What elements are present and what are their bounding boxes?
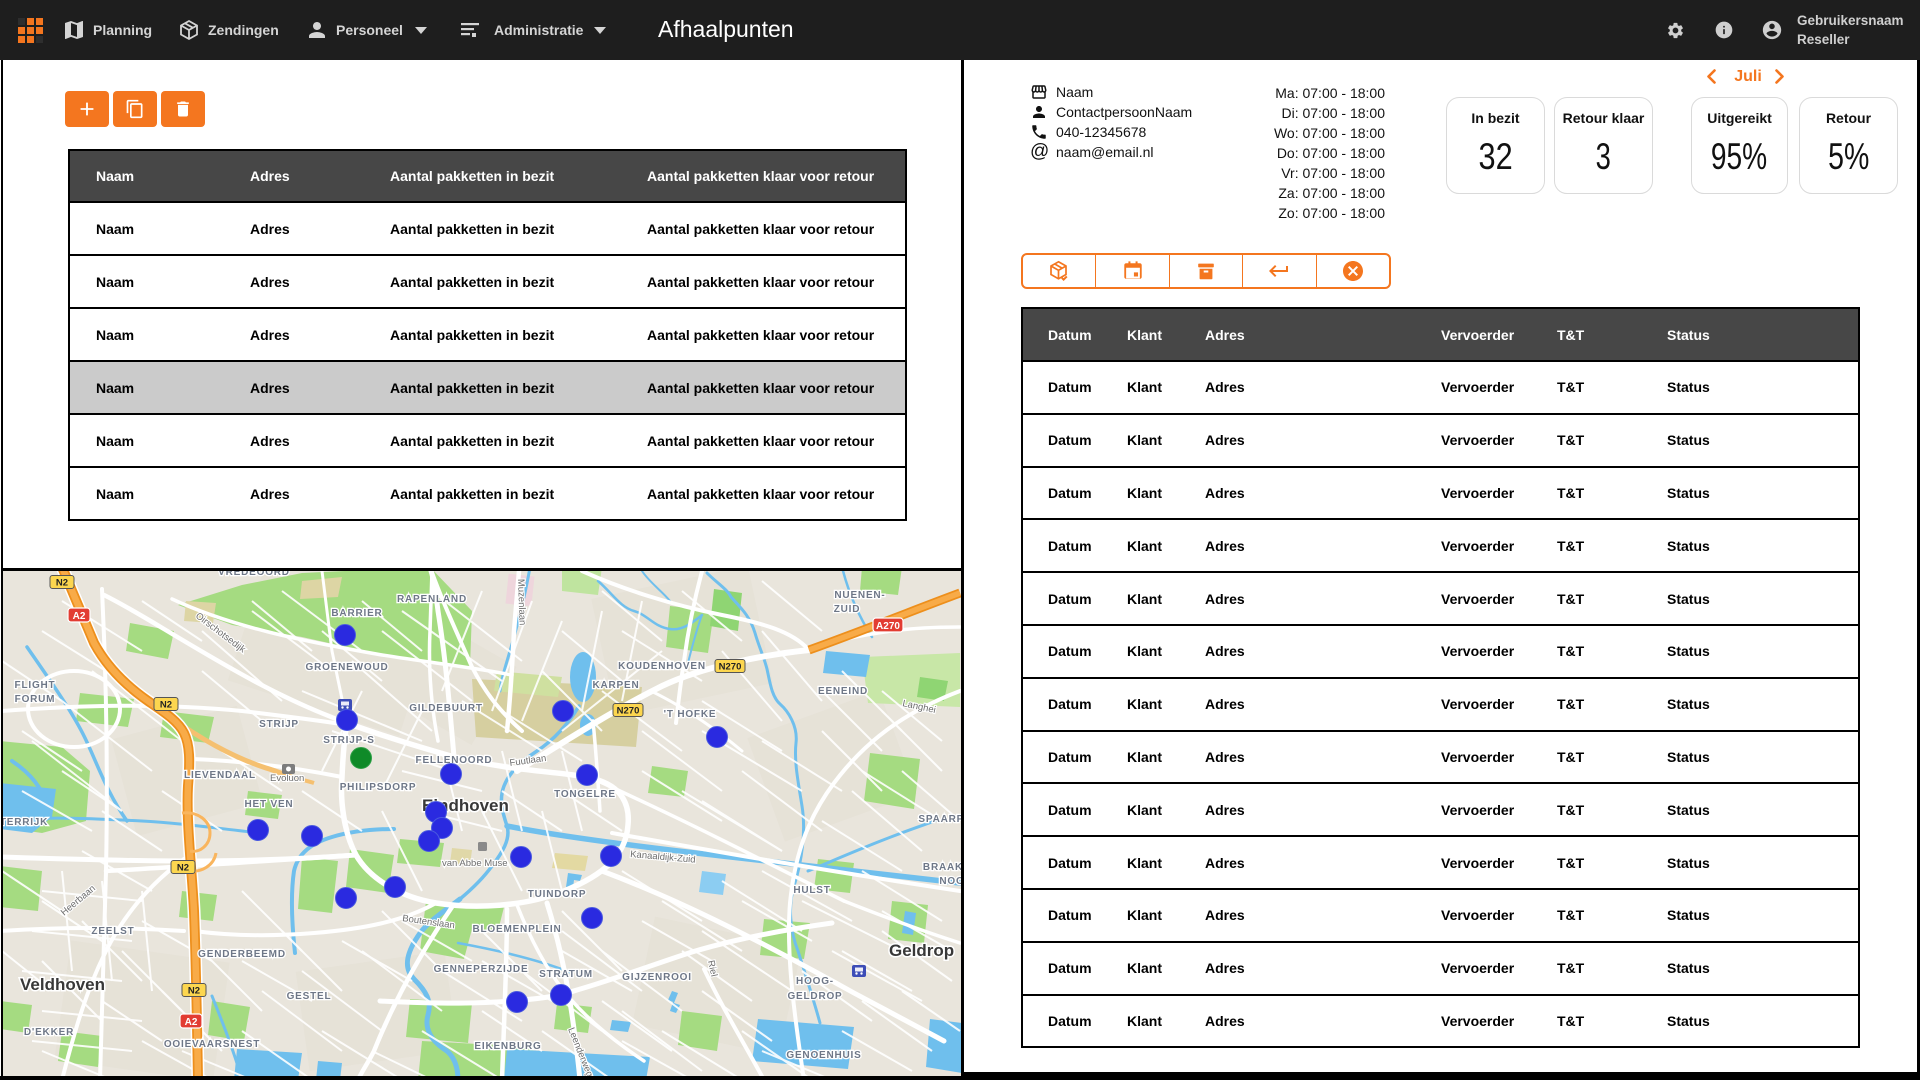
svg-text:KOUDENHOVEN: KOUDENHOVEN: [618, 661, 706, 672]
svg-text:Veldhoven: Veldhoven: [20, 975, 105, 994]
svg-text:OOIEVAARSNEST: OOIEVAARSNEST: [164, 1039, 260, 1050]
svg-text:GROENEWOUD: GROENEWOUD: [306, 662, 389, 673]
svg-text:FLIGHT: FLIGHT: [15, 680, 56, 691]
svg-text:BRAAKH: BRAAKH: [923, 862, 961, 873]
svg-text:NUENEN-: NUENEN-: [834, 590, 885, 601]
svg-text:GELDROP: GELDROP: [787, 991, 842, 1002]
svg-text:PHILIPSDORP: PHILIPSDORP: [340, 782, 417, 793]
svg-text:D'EKKER: D'EKKER: [24, 1027, 74, 1038]
svg-text:N270: N270: [719, 662, 742, 673]
svg-text:Geldrop: Geldrop: [889, 941, 954, 960]
svg-text:GESTEL: GESTEL: [287, 991, 332, 1002]
svg-text:FORUM: FORUM: [15, 694, 56, 705]
svg-text:STRIJP-S: STRIJP-S: [323, 735, 374, 746]
svg-text:Evoluon: Evoluon: [270, 773, 304, 784]
svg-text:A2: A2: [185, 1017, 198, 1028]
svg-text:TONGELRE: TONGELRE: [554, 789, 616, 800]
svg-text:ZUID: ZUID: [834, 604, 861, 615]
svg-text:NOO: NOO: [939, 876, 961, 887]
svg-text:HOOG-: HOOG-: [796, 976, 834, 987]
svg-text:VREDEOORD: VREDEOORD: [218, 571, 290, 578]
svg-text:SPAARPOT: SPAARPOT: [918, 814, 961, 825]
svg-text:LIEVENDAAL: LIEVENDAAL: [184, 770, 256, 781]
svg-text:Muzenlaan: Muzenlaan: [515, 579, 528, 626]
svg-text:HET VEN: HET VEN: [245, 799, 294, 810]
svg-text:GENOENHUIS: GENOENHUIS: [786, 1050, 861, 1061]
svg-text:RAPENLAND: RAPENLAND: [397, 594, 467, 605]
svg-text:HULST: HULST: [793, 885, 830, 896]
svg-text:STRATUM: STRATUM: [539, 969, 593, 980]
svg-text:'T HOFKE: 'T HOFKE: [664, 709, 717, 720]
svg-text:N2: N2: [56, 578, 68, 589]
svg-text:KARPEN: KARPEN: [592, 680, 639, 691]
svg-text:N270: N270: [617, 706, 640, 717]
svg-text:GENNEPERZIJDE: GENNEPERZIJDE: [434, 964, 529, 975]
svg-text:GIJZENROOI: GIJZENROOI: [622, 972, 692, 983]
svg-text:A270: A270: [876, 621, 900, 632]
svg-text:A2: A2: [73, 611, 86, 622]
svg-text:BLOEMENPLEIN: BLOEMENPLEIN: [472, 924, 561, 935]
svg-text:EIKENBURG: EIKENBURG: [474, 1041, 541, 1052]
svg-text:GENDERBEEMD: GENDERBEEMD: [198, 949, 286, 960]
svg-text:van Abbe Muse: van Abbe Muse: [442, 858, 508, 869]
svg-text:EENEIND: EENEIND: [818, 686, 868, 697]
svg-text:TUINDORP: TUINDORP: [528, 889, 587, 900]
svg-text:N2: N2: [188, 986, 200, 997]
svg-text:GILDEBUURT: GILDEBUURT: [409, 703, 483, 714]
svg-text:BARRIER: BARRIER: [331, 608, 382, 619]
svg-text:TERRIJK: TERRIJK: [2, 817, 48, 828]
svg-text:ZEELST: ZEELST: [91, 926, 134, 937]
svg-text:N2: N2: [177, 863, 189, 874]
svg-text:N2: N2: [160, 700, 172, 711]
svg-text:STRIJP: STRIJP: [259, 719, 299, 730]
